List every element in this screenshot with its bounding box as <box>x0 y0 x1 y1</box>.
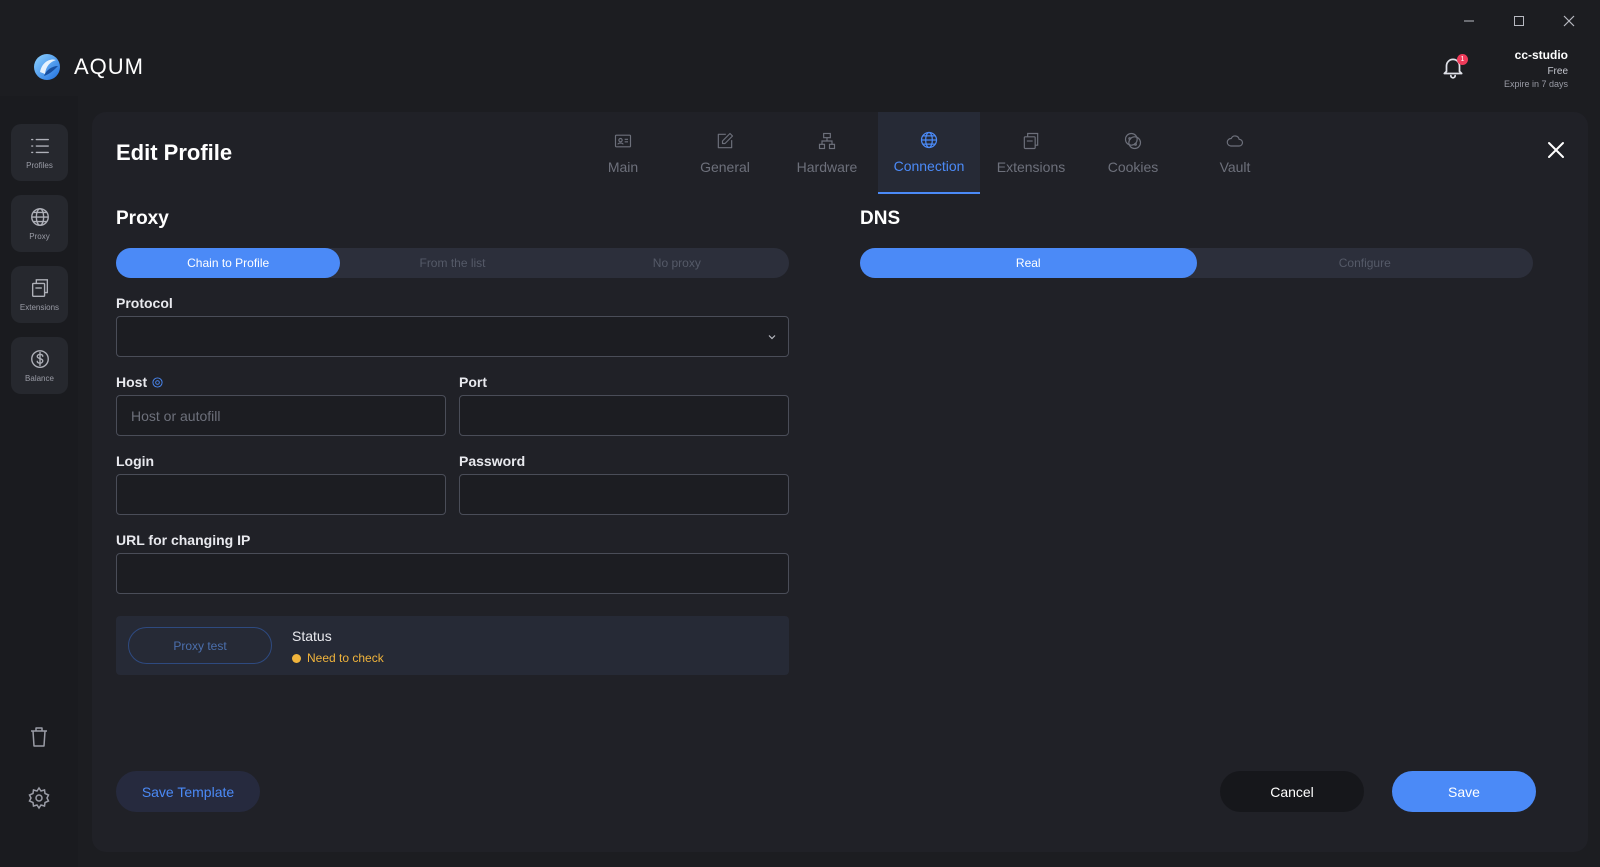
maximize-button[interactable] <box>1496 8 1542 34</box>
sidebar-item-label: Proxy <box>29 232 50 241</box>
trash-icon <box>31 727 47 747</box>
tab-main[interactable]: Main <box>572 112 674 194</box>
globe-icon <box>30 208 49 226</box>
close-icon <box>1548 142 1564 158</box>
edit-profile-panel: Edit Profile Main General Hardware Conne… <box>92 112 1588 852</box>
protocol-label: Protocol <box>116 295 173 311</box>
tab-general[interactable]: General <box>674 112 776 194</box>
sidebar-item-proxy[interactable]: Proxy <box>11 195 68 252</box>
sidebar-item-label: Extensions <box>19 303 60 312</box>
minimize-button[interactable] <box>1446 8 1492 34</box>
port-label-text: Port <box>459 374 487 390</box>
account-expire: Expire in 7 days <box>1503 79 1568 89</box>
sidebar-item-profiles[interactable]: Profiles <box>11 124 68 181</box>
sidebar-item-balance[interactable]: Balance <box>11 337 68 394</box>
gear-icon <box>28 786 50 810</box>
status-badge: Need to check <box>292 651 384 665</box>
host-label: Host <box>116 374 163 390</box>
proxy-section-title: Proxy <box>116 208 169 229</box>
tab-cookies[interactable]: Cookies <box>1082 112 1184 194</box>
account-info[interactable]: cc-studio Free Expire in 7 days <box>1504 48 1568 89</box>
cloud-icon <box>1226 135 1243 147</box>
proxy-test-button[interactable]: Proxy test <box>128 627 272 664</box>
port-label: Port <box>459 374 487 390</box>
tab-vault[interactable]: Vault <box>1184 112 1286 194</box>
status-value: Need to check <box>307 651 384 665</box>
page-title: Edit Profile <box>116 140 233 165</box>
password-label: Password <box>459 453 525 469</box>
proxy-mode-chain[interactable]: Chain to Profile <box>116 248 341 278</box>
proxy-mode-selector: Chain to Profile From the list No proxy <box>116 248 789 278</box>
dns-mode-selector: Real Configure <box>860 248 1533 278</box>
dns-mode-real[interactable]: Real <box>860 248 1197 278</box>
globe-icon <box>920 131 938 149</box>
proxy-mode-from-list[interactable]: From the list <box>340 248 564 278</box>
window-close-button[interactable] <box>1546 8 1592 34</box>
extensions-icon <box>31 279 48 297</box>
host-label-text: Host <box>116 374 148 390</box>
tab-label: General <box>700 159 750 175</box>
notification-badge: 1 <box>1457 54 1468 65</box>
protocol-label-text: Protocol <box>116 295 173 311</box>
minimize-icon <box>1464 20 1474 22</box>
window-controls <box>1446 8 1592 34</box>
info-icon[interactable] <box>152 376 163 388</box>
account-plan: Free <box>1547 66 1568 77</box>
notifications-button[interactable]: 1 <box>1440 54 1468 82</box>
extensions-icon <box>1023 132 1039 150</box>
url-change-ip-label: URL for changing IP <box>116 532 250 548</box>
sidebar-item-label: Profiles <box>26 161 53 170</box>
list-icon <box>30 138 49 154</box>
app-logo: AQUM <box>32 52 144 82</box>
url-change-ip-input[interactable] <box>116 553 789 594</box>
tab-label: Main <box>607 159 639 175</box>
maximize-icon <box>1514 16 1524 26</box>
profile-tabs: Main General Hardware Connection Extensi… <box>572 112 1286 194</box>
status-dot-icon <box>292 653 301 663</box>
cookie-icon <box>1124 132 1142 150</box>
tab-label: Hardware <box>796 159 858 175</box>
sidebar: Profiles Proxy Extensions Balance <box>0 96 78 867</box>
tab-label: Cookies <box>1107 159 1159 175</box>
tab-label: Vault <box>1219 159 1251 175</box>
tab-label: Connection <box>893 158 965 174</box>
protocol-select[interactable] <box>116 316 789 357</box>
app-name: AQUM <box>74 54 144 79</box>
dollar-icon <box>30 350 49 368</box>
password-label-text: Password <box>459 453 526 469</box>
dns-mode-configure[interactable]: Configure <box>1197 248 1534 278</box>
login-input[interactable] <box>116 474 446 515</box>
sidebar-item-label: Balance <box>25 374 54 383</box>
tab-extensions[interactable]: Extensions <box>980 112 1082 194</box>
sidebar-item-extensions[interactable]: Extensions <box>11 266 68 323</box>
app-window: AQUM 1 cc-studio Free Expire in 7 days P… <box>0 0 1600 867</box>
proxy-status-box: Proxy test Status Need to check <box>116 616 789 675</box>
settings-button[interactable] <box>27 786 51 810</box>
host-input[interactable] <box>116 395 446 436</box>
cancel-button[interactable]: Cancel <box>1220 771 1364 812</box>
trash-button[interactable] <box>27 725 51 749</box>
login-label-text: Login <box>116 453 155 469</box>
login-label: Login <box>116 453 154 469</box>
tab-hardware[interactable]: Hardware <box>776 112 878 194</box>
close-panel-button[interactable] <box>1544 138 1568 162</box>
tab-label: Extensions <box>996 159 1066 175</box>
close-icon <box>1563 15 1575 27</box>
account-name: cc-studio <box>1514 48 1568 62</box>
save-button[interactable]: Save <box>1392 771 1536 812</box>
logo-icon <box>34 54 60 80</box>
status-label: Status <box>292 628 332 644</box>
proxy-mode-no-proxy[interactable]: No proxy <box>565 248 789 278</box>
save-template-button[interactable]: Save Template <box>116 771 260 812</box>
port-input[interactable] <box>459 395 789 436</box>
tab-connection[interactable]: Connection <box>878 112 980 194</box>
url-change-ip-label-text: URL for changing IP <box>116 532 251 548</box>
id-card-icon <box>614 134 632 148</box>
password-input[interactable] <box>459 474 789 515</box>
dns-section-title: DNS <box>860 208 901 229</box>
hierarchy-icon <box>818 132 836 150</box>
edit-icon <box>717 132 734 149</box>
